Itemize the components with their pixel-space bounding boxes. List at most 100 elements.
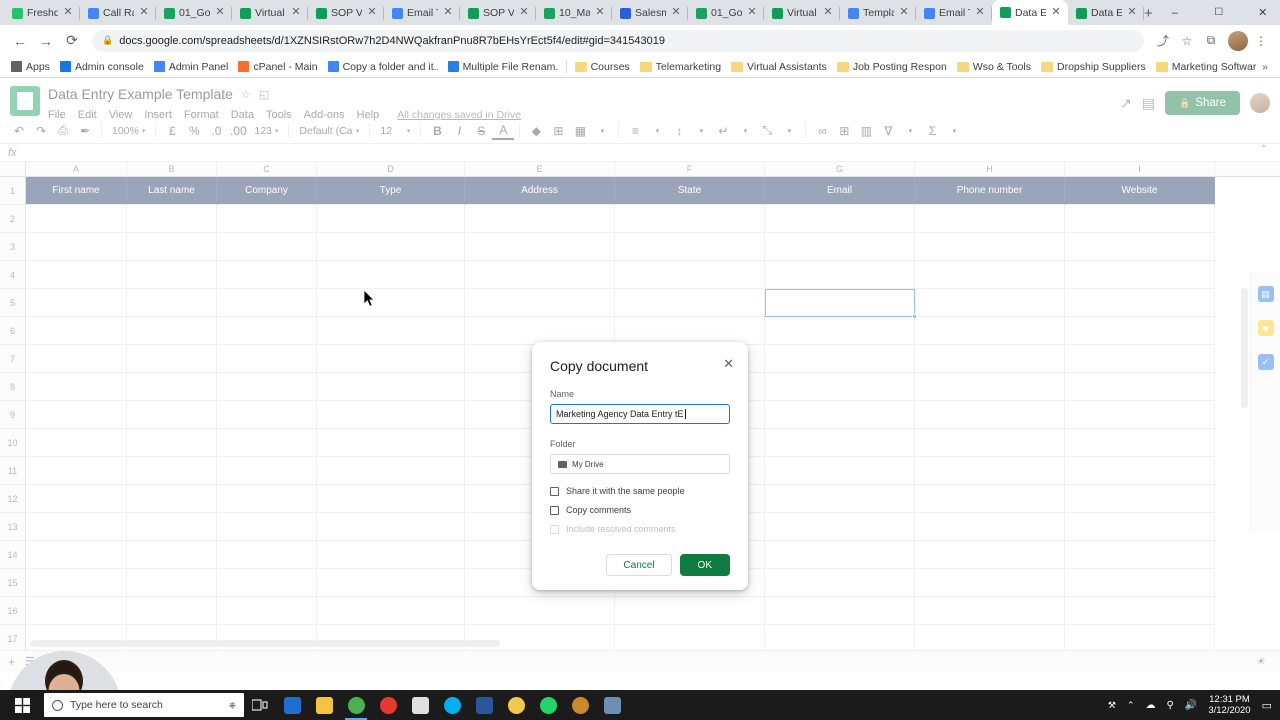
close-icon[interactable]: ✕	[670, 7, 682, 19]
folder-icon	[639, 61, 652, 72]
browser-tab[interactable]: Email Te ✕	[384, 1, 460, 25]
browser-tab[interactable]: 10_Mark ✕	[536, 1, 612, 25]
loom-icon[interactable]	[500, 690, 532, 720]
bookmarks-overflow-button[interactable]: »	[1256, 61, 1274, 73]
window-controls: – ☐ ✕	[1153, 0, 1280, 25]
taskbar-clock[interactable]: 12:31 PM 3/12/2020	[1208, 694, 1250, 716]
name-input[interactable]: Marketing Agency Data Entry tE	[550, 404, 730, 424]
microsoft-store-icon[interactable]	[276, 690, 308, 720]
bookmark-item[interactable]: Dropship Suppliers	[1036, 59, 1151, 75]
new-tab-button[interactable]: +	[1144, 1, 1153, 25]
chevron-up-icon[interactable]: ⌃	[1127, 700, 1135, 711]
onedrive-icon[interactable]: ☁	[1146, 700, 1156, 711]
checkbox-icon[interactable]	[550, 486, 559, 496]
app-icon[interactable]	[596, 690, 628, 720]
sheets-icon	[1076, 7, 1087, 19]
browser-tab[interactable]: Data Ent ✕	[1068, 1, 1144, 25]
checkbox-icon[interactable]	[550, 505, 559, 515]
bookmark-item[interactable]: Marketing Softwares	[1151, 59, 1256, 75]
windows-start-button[interactable]	[0, 690, 44, 720]
browser-tab[interactable]: SOP Virt ✕	[308, 1, 384, 25]
close-icon[interactable]: ✕	[62, 7, 74, 19]
notification-center-icon[interactable]: ▭	[1262, 699, 1272, 712]
profile-avatar[interactable]	[1228, 30, 1248, 51]
clock-date: 3/12/2020	[1208, 705, 1251, 716]
close-icon[interactable]: ✕	[898, 7, 910, 19]
taskbar-search-input[interactable]: Type here to search ⎈	[44, 693, 244, 717]
mouse-cursor	[363, 289, 376, 311]
bookmark-item[interactable]: Admin Panel	[149, 59, 234, 75]
close-icon[interactable]: ✕	[746, 7, 758, 19]
phone-icon[interactable]	[564, 690, 596, 720]
browser-tab[interactable]: Call Rate ✕	[80, 1, 156, 25]
folder-icon	[574, 61, 587, 72]
bookmark-item[interactable]: Multiple File Renam...	[443, 59, 563, 75]
browser-tab[interactable]: SOP VA ✕	[460, 1, 536, 25]
close-icon[interactable]: ✕	[214, 7, 226, 19]
volume-icon[interactable]: 🔊	[1185, 700, 1197, 711]
extensions-icon[interactable]: ⧉	[1200, 30, 1222, 52]
bookmark-item[interactable]: cPanel - Main	[233, 59, 322, 75]
pen-icon[interactable]: ⚒	[1108, 700, 1116, 711]
close-icon[interactable]: ✕	[366, 7, 378, 19]
window-close-button[interactable]: ✕	[1241, 0, 1280, 25]
address-bar[interactable]: 🔒 docs.google.com/spreadsheets/d/1XZNSIR…	[92, 29, 1144, 52]
close-icon[interactable]: ✕	[723, 357, 734, 370]
browser-tab[interactable]: 01_Goog ✕	[688, 1, 764, 25]
close-icon[interactable]: ✕	[138, 7, 150, 19]
slack-icon[interactable]	[404, 690, 436, 720]
bookmark-item[interactable]: Copy a folder and it...	[323, 59, 443, 75]
browser-tab[interactable]: Salesma ✕	[612, 1, 688, 25]
browser-tab[interactable]: Virtual A ✕	[764, 1, 840, 25]
back-icon[interactable]: ←	[8, 29, 32, 53]
whatsapp-icon[interactable]	[532, 690, 564, 720]
close-icon[interactable]: ✕	[822, 7, 834, 19]
skype-icon-glyph	[443, 696, 461, 714]
bookmark-item[interactable]: Job Posting Respon...	[832, 59, 952, 75]
browser-menu-icon[interactable]: ⋮	[1250, 30, 1272, 52]
forward-icon[interactable]: →	[34, 29, 58, 53]
microphone-icon[interactable]: ⎈	[229, 700, 236, 711]
bookmark-item[interactable]: Apps	[6, 59, 55, 75]
browser-tab[interactable]: Email Te ✕	[916, 1, 992, 25]
bookmark-item[interactable]: Virtual Assistants	[726, 59, 832, 75]
window-minimize-button[interactable]: –	[1153, 0, 1197, 25]
bookmark-item[interactable]: Wso & Tools	[952, 59, 1036, 75]
word-icon[interactable]	[468, 690, 500, 720]
browser-tab[interactable]: Freshdes ✕	[4, 1, 80, 25]
bookmark-label: Copy a folder and it...	[342, 60, 438, 73]
bookmark-item[interactable]: Courses	[570, 59, 635, 75]
window-maximize-button[interactable]: ☐	[1197, 0, 1241, 25]
browser-tab[interactable]: Data Ent ✕	[992, 0, 1068, 25]
close-icon[interactable]: ✕	[442, 7, 454, 19]
file-explorer-icon[interactable]	[308, 690, 340, 720]
task-view-button[interactable]	[244, 690, 276, 720]
browser-tab[interactable]: Templat ✕	[840, 1, 916, 25]
browser-tab-label: Virtual A	[787, 7, 818, 19]
windows-taskbar: Type here to search ⎈ ⚒ ⌃ ☁ ⚲ 🔊 12:31 PM…	[0, 690, 1280, 720]
folder-selector[interactable]: My Drive	[550, 454, 730, 474]
checkbox-row[interactable]: Copy comments	[550, 505, 730, 515]
browser-tab[interactable]: Virtual A ✕	[232, 1, 308, 25]
skype-icon[interactable]	[436, 690, 468, 720]
chrome-icon[interactable]	[340, 690, 372, 720]
close-icon[interactable]: ✕	[1126, 7, 1138, 19]
close-icon[interactable]: ✕	[1050, 6, 1062, 19]
share-icon[interactable]: ⤴	[1152, 30, 1174, 52]
cancel-button[interactable]: Cancel	[606, 554, 672, 576]
opera-icon[interactable]	[372, 690, 404, 720]
checkbox-row[interactable]: Share it with the same people	[550, 486, 730, 496]
bookmark-star-icon[interactable]: ☆	[1176, 30, 1198, 52]
bookmark-item[interactable]: Telemarketing	[635, 59, 726, 75]
whatsapp-icon-glyph	[539, 696, 557, 714]
browser-tab[interactable]: 01_Goog ✕	[156, 1, 232, 25]
network-icon[interactable]: ⚲	[1167, 700, 1174, 711]
reload-icon[interactable]: ⟳	[60, 29, 84, 53]
browser-tab-label: Salesma	[635, 7, 666, 19]
bookmark-item[interactable]: Admin console	[55, 59, 149, 75]
ok-button[interactable]: OK	[679, 554, 730, 576]
close-icon[interactable]: ✕	[290, 7, 302, 19]
close-icon[interactable]: ✕	[594, 7, 606, 19]
close-icon[interactable]: ✕	[518, 7, 530, 19]
close-icon[interactable]: ✕	[974, 7, 986, 19]
